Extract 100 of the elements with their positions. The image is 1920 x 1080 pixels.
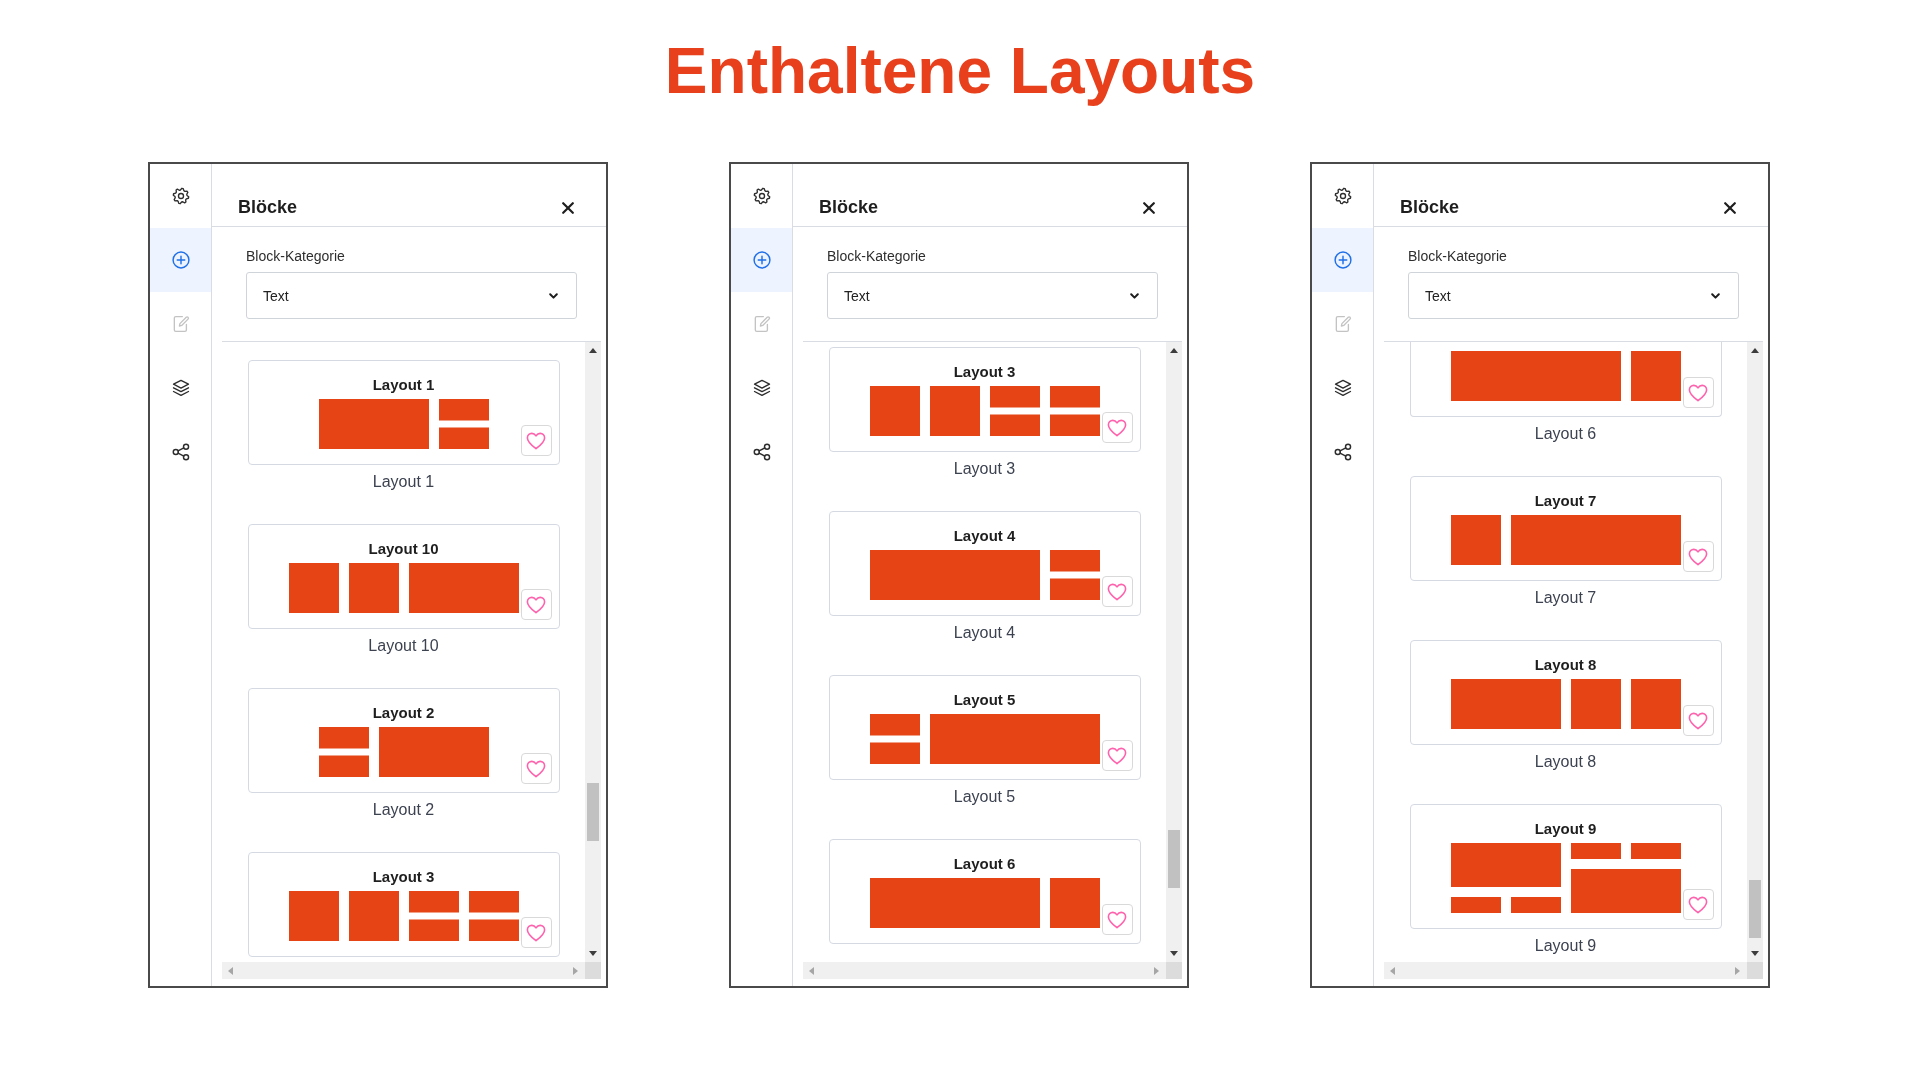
layout-card[interactable]: Layout 5 xyxy=(828,675,1141,780)
category-select[interactable]: Text xyxy=(827,272,1158,319)
scrollbar-corner xyxy=(1166,962,1182,979)
layout-card[interactable]: Layout 9 xyxy=(1409,804,1722,929)
heart-icon[interactable] xyxy=(526,595,546,614)
chevron-down-icon[interactable] xyxy=(1711,292,1720,299)
heart-icon[interactable] xyxy=(1688,547,1708,566)
chevron-down-icon[interactable] xyxy=(549,292,558,299)
heart-icon[interactable] xyxy=(526,923,546,942)
favorite-button[interactable] xyxy=(520,753,552,784)
caret-down-icon[interactable] xyxy=(589,951,597,956)
card-title: Layout 6 xyxy=(953,854,1016,874)
caret-left-icon[interactable] xyxy=(809,966,814,975)
heart-icon[interactable] xyxy=(1688,711,1708,730)
sidebar-button[interactable] xyxy=(731,228,792,292)
caret-right-icon[interactable] xyxy=(1735,966,1740,975)
caret-up-icon[interactable] xyxy=(589,348,597,353)
scrollbar-corner xyxy=(585,962,601,979)
field-label: Block-Kategorie xyxy=(827,247,927,266)
settings-icon[interactable] xyxy=(1333,187,1352,205)
share-icon[interactable] xyxy=(752,443,771,461)
scrollbar-thumb[interactable] xyxy=(587,783,599,841)
vertical-scrollbar[interactable] xyxy=(1166,342,1182,962)
field-label: Block-Kategorie xyxy=(246,247,346,266)
layout-caption: Layout 8 xyxy=(1534,752,1597,772)
plus-circle-icon[interactable] xyxy=(752,251,771,269)
heart-icon[interactable] xyxy=(1107,418,1127,437)
layers-icon[interactable] xyxy=(1333,379,1352,397)
layout-card[interactable]: Layout 8 xyxy=(1409,640,1722,745)
settings-icon[interactable] xyxy=(752,187,771,205)
caret-right-icon[interactable] xyxy=(1154,966,1159,975)
stacked-blocks xyxy=(869,714,920,764)
horizontal-scrollbar[interactable] xyxy=(1384,962,1747,979)
layout-block xyxy=(288,563,339,613)
category-select[interactable]: Text xyxy=(1408,272,1739,319)
heart-icon[interactable] xyxy=(526,431,546,450)
caret-left-icon[interactable] xyxy=(1390,966,1395,975)
heart-icon[interactable] xyxy=(1688,895,1708,914)
caret-right-icon[interactable] xyxy=(573,966,578,975)
favorite-button[interactable] xyxy=(520,589,552,620)
scrollbar-thumb[interactable] xyxy=(1168,830,1180,888)
scrollbar-thumb[interactable] xyxy=(1749,880,1761,938)
close-icon[interactable] xyxy=(1724,202,1736,214)
caret-down-icon[interactable] xyxy=(1170,951,1178,956)
card-title: Layout 7 xyxy=(1534,491,1597,511)
settings-icon[interactable] xyxy=(171,187,190,205)
close-icon[interactable] xyxy=(562,202,574,214)
layout-card[interactable]: Layout 3 xyxy=(247,852,560,957)
caret-left-icon[interactable] xyxy=(228,966,233,975)
layout-block xyxy=(1630,679,1681,729)
caret-down-icon[interactable] xyxy=(1751,951,1759,956)
favorite-button[interactable] xyxy=(1682,705,1714,736)
heart-icon[interactable] xyxy=(1107,746,1127,765)
close-icon[interactable] xyxy=(1143,202,1155,214)
layout-card[interactable]: Layout 3 xyxy=(828,347,1141,452)
stacked-blocks xyxy=(318,727,369,777)
card-title: Layout 2 xyxy=(372,703,435,723)
share-icon[interactable] xyxy=(1333,443,1352,461)
favorite-button[interactable] xyxy=(1101,412,1133,443)
heart-icon[interactable] xyxy=(1107,582,1127,601)
field-label: Block-Kategorie xyxy=(1408,247,1508,266)
horizontal-scrollbar[interactable] xyxy=(222,962,585,979)
layout-card[interactable]: Layout 7 xyxy=(1409,476,1722,581)
layout-caption: Layout 3 xyxy=(953,459,1016,479)
favorite-button[interactable] xyxy=(1101,576,1133,607)
sidebar-button[interactable] xyxy=(150,228,211,292)
layout-card[interactable] xyxy=(1409,342,1722,417)
layout-card[interactable]: Layout 1 xyxy=(247,360,560,465)
card-title: Layout 1 xyxy=(372,375,435,395)
favorite-button[interactable] xyxy=(1682,377,1714,408)
stacked-blocks xyxy=(438,399,489,449)
plus-circle-icon[interactable] xyxy=(171,251,190,269)
favorite-button[interactable] xyxy=(1101,740,1133,771)
stacked-blocks xyxy=(1049,550,1100,600)
horizontal-scrollbar[interactable] xyxy=(803,962,1166,979)
favorite-button[interactable] xyxy=(1101,904,1133,935)
favorite-button[interactable] xyxy=(520,425,552,456)
favorite-button[interactable] xyxy=(1682,541,1714,572)
layout-card[interactable]: Layout 6 xyxy=(828,839,1141,944)
layers-icon[interactable] xyxy=(171,379,190,397)
favorite-button[interactable] xyxy=(520,917,552,948)
layout-caption: Layout 9 xyxy=(1534,936,1597,956)
share-icon[interactable] xyxy=(171,443,190,461)
caret-up-icon[interactable] xyxy=(1751,348,1759,353)
heart-icon[interactable] xyxy=(1688,383,1708,402)
layout-block xyxy=(1049,878,1100,928)
caret-up-icon[interactable] xyxy=(1170,348,1178,353)
heart-icon[interactable] xyxy=(526,759,546,778)
layout-card[interactable]: Layout 2 xyxy=(247,688,560,793)
favorite-button[interactable] xyxy=(1682,889,1714,920)
chevron-down-icon[interactable] xyxy=(1130,292,1139,299)
heart-icon[interactable] xyxy=(1107,910,1127,929)
vertical-scrollbar[interactable] xyxy=(585,342,601,962)
sidebar-button[interactable] xyxy=(1312,228,1373,292)
layout-card[interactable]: Layout 4 xyxy=(828,511,1141,616)
category-select[interactable]: Text xyxy=(246,272,577,319)
plus-circle-icon[interactable] xyxy=(1333,251,1352,269)
layout-card[interactable]: Layout 10 xyxy=(247,524,560,629)
layers-icon[interactable] xyxy=(752,379,771,397)
vertical-scrollbar[interactable] xyxy=(1747,342,1763,962)
